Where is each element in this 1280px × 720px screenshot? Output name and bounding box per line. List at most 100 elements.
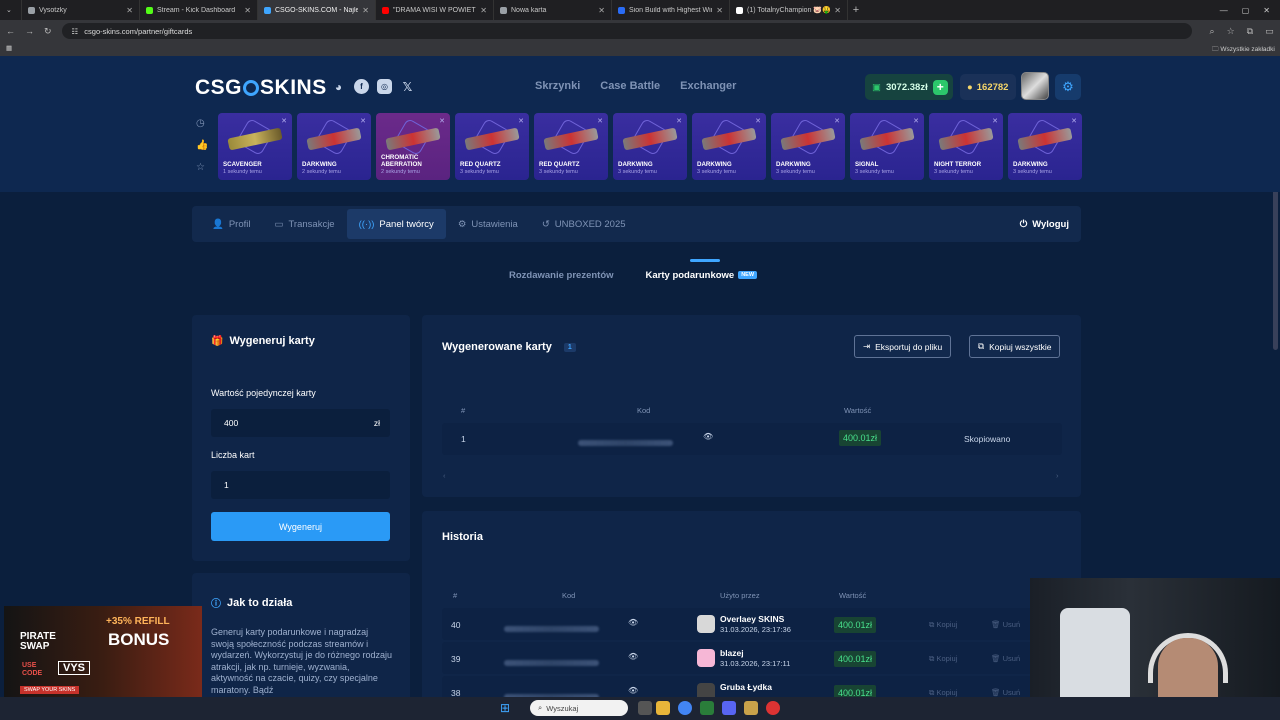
browser-tab[interactable]: Vysotzky ✕	[22, 0, 140, 20]
case-icon: ✕	[518, 118, 524, 125]
deposit-button[interactable]: +	[932, 79, 948, 95]
drop-card[interactable]: ✕ DARKWING 3 sekundy temu	[613, 113, 687, 180]
browser-tab[interactable]: "DRAMA WISI W POWIETRZU"✕	[376, 0, 494, 20]
drop-card[interactable]: ✕ DARKWING 3 sekundy temu	[771, 113, 845, 180]
tab-list-button[interactable]: ⌄	[0, 0, 22, 20]
drop-card[interactable]: ✕ RED QUARTZ 3 sekundy temu	[534, 113, 608, 180]
browser-tab[interactable]: Stream - Kick Dashboard ✕	[140, 0, 258, 20]
minimize-icon[interactable]: —	[1220, 6, 1228, 15]
discord-icon[interactable]: ◕	[331, 79, 346, 94]
drop-card[interactable]: ✕ DARKWING 3 sekundy temu	[1008, 113, 1082, 180]
forward-icon[interactable]: →	[25, 26, 34, 36]
thumbs-up-icon[interactable]: 👍	[196, 140, 208, 151]
copy-button[interactable]: ⧉ Kopiuj	[929, 620, 957, 630]
eye-icon[interactable]: 👁	[703, 432, 713, 441]
taskbar-search[interactable]: ⌕ Wyszukaj	[530, 700, 628, 716]
new-tab-button[interactable]: +	[848, 4, 864, 16]
league-icon[interactable]	[744, 701, 758, 715]
all-bookmarks[interactable]: 🗀 Wszystkie zakładki	[1212, 45, 1275, 56]
settings-gear-icon[interactable]: ⚙	[1055, 74, 1081, 100]
delete-button[interactable]: 🗑 Usuń	[991, 688, 1020, 697]
hist-col-number: #	[453, 591, 458, 600]
site-logo[interactable]: CSG SKINS	[195, 76, 327, 100]
generate-button[interactable]: Wygeneruj	[211, 512, 390, 541]
nav-exchanger[interactable]: Exchanger	[680, 80, 736, 92]
extensions-icon[interactable]: ⧉	[1247, 26, 1253, 37]
trash-icon: 🗑	[991, 688, 1001, 697]
copy-button[interactable]: ⧉ Kopiuj	[929, 654, 957, 664]
close-tab-icon[interactable]: ✕	[716, 6, 723, 15]
subnav-transactions[interactable]: ▭ Transakcje	[263, 209, 347, 239]
delete-button[interactable]: 🗑 Usuń	[991, 654, 1020, 663]
file-explorer-icon[interactable]	[656, 701, 670, 715]
zoom-icon[interactable]: ⌕	[1210, 26, 1215, 37]
bookmark-star-icon[interactable]: ☆	[1227, 26, 1235, 37]
x-icon[interactable]: 𝕏	[400, 79, 415, 94]
card-value-input[interactable]: 400 zł	[211, 409, 390, 437]
scroll-left-icon[interactable]: ‹	[443, 471, 446, 480]
obs-icon[interactable]	[766, 701, 780, 715]
browser-tab[interactable]: CSGO-SKINS.COM - Najlepsz✕	[258, 0, 376, 20]
copy-icon: ⧉	[929, 620, 935, 629]
browser-tab[interactable]: Sion Build with Highest Winrat✕	[612, 0, 730, 20]
back-icon[interactable]: ←	[6, 26, 15, 36]
url-input[interactable]: ☷ csgo-skins.com/partner/giftcards	[61, 23, 1192, 39]
subnav-creator-panel[interactable]: ((·)) Panel twórcy	[346, 209, 446, 239]
facebook-icon[interactable]: f	[354, 79, 369, 94]
subnav-profile[interactable]: 👤 Profil	[200, 209, 263, 239]
eye-icon[interactable]: 👁	[628, 686, 638, 695]
apps-icon[interactable]: ▦	[6, 44, 12, 52]
drop-card[interactable]: ✕ DARKWING 2 sekundy temu	[297, 113, 371, 180]
tab-giftcards[interactable]: Karty podarunkowe NEW	[646, 270, 758, 281]
how-title: ⓘ Jak to działa	[211, 596, 293, 611]
drop-skin-name: CHROMATIC ABERRATION	[381, 154, 422, 168]
drop-card[interactable]: ✕ SCAVENGER 1 sekundy temu	[218, 113, 292, 180]
drop-card[interactable]: ✕ DARKWING 3 sekundy temu	[692, 113, 766, 180]
cast-icon[interactable]: ▭	[1265, 26, 1274, 37]
eye-icon[interactable]: 👁	[628, 652, 638, 661]
nav-case-battle[interactable]: Case Battle	[600, 80, 660, 92]
clock-icon[interactable]: ◷	[196, 118, 208, 129]
close-tab-icon[interactable]: ✕	[480, 6, 487, 15]
maximize-icon[interactable]: ▢	[1242, 6, 1250, 15]
chrome-icon[interactable]	[678, 701, 692, 715]
eye-icon[interactable]: 👁	[628, 618, 638, 627]
card-count-input[interactable]: 1	[211, 471, 390, 499]
star-icon[interactable]: ☆	[196, 162, 208, 173]
close-tab-icon[interactable]: ✕	[598, 6, 605, 15]
browser-tab[interactable]: Nowa karta ✕	[494, 0, 612, 20]
used-by-name: blazej	[720, 648, 744, 658]
drop-card[interactable]: ✕ NIGHT TERROR 3 sekundy temu	[929, 113, 1003, 180]
drop-time: 3 sekundy temu	[539, 169, 578, 175]
browser-tab[interactable]: (1) TotalnyChampion 🐷🤑 on✕	[730, 0, 848, 20]
scroll-right-icon[interactable]: ›	[1056, 471, 1059, 480]
close-tab-icon[interactable]: ✕	[362, 6, 369, 15]
tab-giveaway[interactable]: Rozdawanie prezentów	[509, 270, 614, 281]
user-avatar	[697, 649, 715, 667]
drop-card[interactable]: ✕ CHROMATIC ABERRATION 2 sekundy temu	[376, 113, 450, 180]
user-avatar[interactable]	[1021, 72, 1049, 100]
task-view-icon[interactable]	[638, 701, 652, 715]
close-icon[interactable]: ✕	[1263, 6, 1270, 15]
logout-button[interactable]: ⏻ Wyloguj	[1020, 219, 1081, 230]
discord-taskbar-icon[interactable]	[722, 701, 736, 715]
subnav-settings[interactable]: ⚙ Ustawienia	[446, 209, 530, 239]
wallet-balance[interactable]: ▣ 3072.38zł +	[865, 74, 953, 100]
site-info-icon[interactable]: ☷	[72, 27, 79, 36]
drop-skin-name: RED QUARTZ	[460, 161, 501, 168]
copy-all-button[interactable]: ⧉ Kopiuj wszystkie	[969, 335, 1061, 358]
close-tab-icon[interactable]: ✕	[244, 6, 251, 15]
windows-start-icon[interactable]: ⊞	[500, 701, 510, 715]
drop-card[interactable]: ✕ RED QUARTZ 3 sekundy temu	[455, 113, 529, 180]
instagram-icon[interactable]: ◎	[377, 79, 392, 94]
close-tab-icon[interactable]: ✕	[126, 6, 133, 15]
close-tab-icon[interactable]: ✕	[834, 6, 841, 15]
coins-balance[interactable]: ● 162782	[960, 74, 1016, 100]
subnav-unboxed[interactable]: ↺ UNBOXED 2025	[530, 209, 638, 239]
nav-cases[interactable]: Skrzynki	[535, 80, 580, 92]
reload-icon[interactable]: ↻	[44, 26, 52, 37]
drop-card[interactable]: ✕ SIGNAL 3 sekundy temu	[850, 113, 924, 180]
export-button[interactable]: ⇥ Eksportuj do pliku	[854, 335, 952, 358]
app-icon-green[interactable]	[700, 701, 714, 715]
delete-button[interactable]: 🗑 Usuń	[991, 620, 1020, 629]
